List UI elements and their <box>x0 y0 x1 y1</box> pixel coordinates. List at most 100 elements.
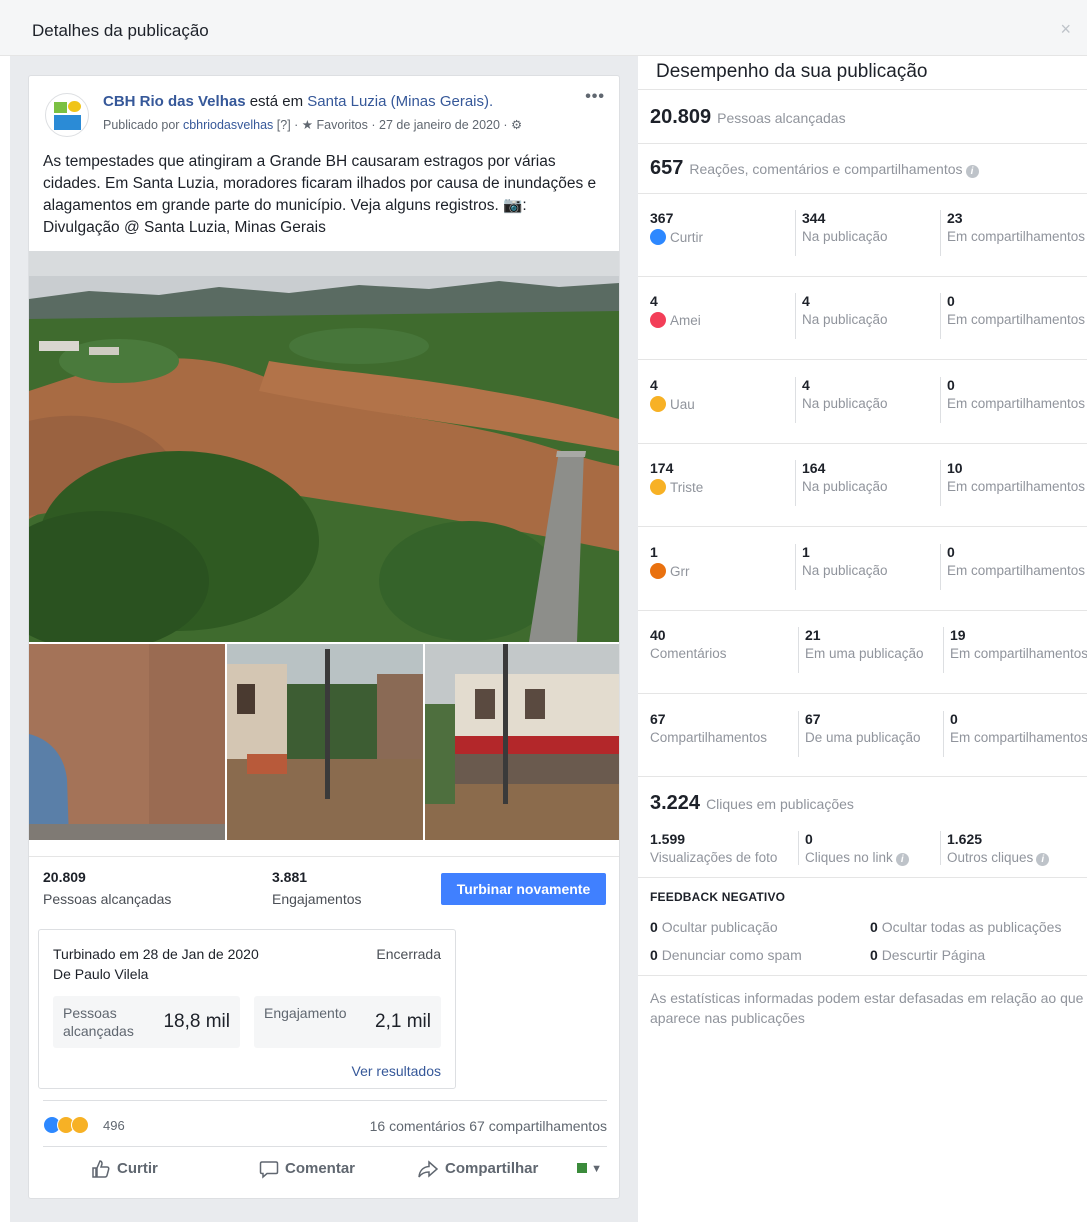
flood-photo-image <box>29 251 619 642</box>
post-text: As tempestades que atingiram a Grande BH… <box>43 153 597 236</box>
page-name-link[interactable]: CBH Rio das Velhas <box>103 93 246 110</box>
location-link[interactable]: Santa Luzia (Minas Gerais). <box>307 93 493 110</box>
page-selector-dropdown[interactable]: ▼ <box>577 1159 602 1176</box>
comment-label: Comentar <box>285 1159 356 1177</box>
stats-footnote: As estatísticas informadas podem estar d… <box>650 990 1084 1026</box>
engagement-stat: 3.881 Engajamentos <box>272 869 362 907</box>
on-post-label: Na publicação <box>802 312 888 327</box>
reaction-count[interactable]: 496 <box>103 1118 125 1133</box>
on-shares-label: Em compartilhamentos <box>950 646 1087 661</box>
meta-prefix: Publicado por <box>103 118 180 132</box>
unlike-page-value: 0 <box>870 947 878 963</box>
star-icon: ★ <box>301 118 313 132</box>
on-post-label: De uma publicação <box>805 730 921 745</box>
comment-icon <box>259 1161 279 1179</box>
boost-reach-label: Pessoas alcançadas <box>63 1005 134 1039</box>
comments-on-post: 21 <box>805 627 821 643</box>
view-results-link[interactable]: Ver resultados <box>352 1063 442 1079</box>
sad-icon <box>650 479 666 495</box>
close-icon[interactable]: × <box>1060 20 1071 38</box>
page-avatar[interactable] <box>45 93 89 137</box>
on-shares-label: Em compartilhamentos <box>947 479 1086 494</box>
clicks-total: 3.224 <box>650 792 701 814</box>
boost-title: Turbinado em 28 de Jan de 2020 <box>53 946 259 962</box>
reach-total: 20.809 <box>650 106 712 128</box>
love-on-shares: 0 <box>947 293 955 309</box>
hide-post-value: 0 <box>650 919 658 935</box>
gear-icon[interactable]: ⚙ <box>511 118 522 132</box>
post-card: CBH Rio das Velhas está em Santa Luzia (… <box>28 75 620 1199</box>
sad-on-post: 164 <box>802 460 826 476</box>
photo-thumbnail[interactable] <box>425 644 619 840</box>
boost-by: De Paulo Vilela <box>53 966 149 982</box>
share-button[interactable]: Compartilhar <box>417 1159 538 1179</box>
help-mark[interactable]: [?] <box>277 118 291 132</box>
link-clicks-value: 0 <box>805 831 813 847</box>
comment-button[interactable]: Comentar <box>259 1159 355 1179</box>
wall-photo-image <box>29 644 225 840</box>
love-icon <box>650 312 666 328</box>
info-icon[interactable]: i <box>965 165 979 178</box>
engagement-label: Engajamentos <box>272 891 362 907</box>
angry-on-shares: 0 <box>947 544 955 560</box>
shares-on-shares: 0 <box>950 711 958 727</box>
boost-reach-metric: Pessoas alcançadas 18,8 mil <box>53 996 240 1048</box>
photo-views-label: Visualizações de foto <box>650 850 778 865</box>
boost-summary-card: Turbinado em 28 de Jan de 2020 De Paulo … <box>38 929 456 1089</box>
shares-total: 67 <box>650 711 666 727</box>
wow-on-post: 4 <box>802 377 810 393</box>
boost-engagement-label: Engajamento com a... <box>264 1005 346 1021</box>
boost-status: Encerrada <box>376 946 441 962</box>
performance-title: Desempenho da sua publicação <box>656 61 928 82</box>
on-post-label: Na publicação <box>802 396 888 411</box>
on-post-label: Na publicação <box>802 479 888 494</box>
reactions-summary: 657 Reações, comentários e compartilhamen… <box>650 157 979 180</box>
clicks-total-label: Cliques em publicações <box>706 796 854 812</box>
info-icon[interactable]: i <box>1036 853 1050 866</box>
love-on-post: 4 <box>802 293 810 309</box>
other-clicks-label: Outros cliques <box>947 850 1034 865</box>
favorites-label: Favoritos <box>316 118 368 132</box>
reach-value: 20.809 <box>43 869 86 885</box>
modal-header: Detalhes da publicação × <box>0 0 1087 56</box>
reactions-total: 657 <box>650 157 684 179</box>
wow-total: 4 <box>650 377 658 393</box>
hide-all-value: 0 <box>870 919 878 935</box>
love-total: 4 <box>650 293 658 309</box>
report-spam-label: Denunciar como spam <box>661 947 802 963</box>
like-button[interactable]: Curtir <box>91 1159 158 1179</box>
on-shares-label: Em compartilhamentos <box>947 312 1086 327</box>
post-preview-pane: CBH Rio das Velhas está em Santa Luzia (… <box>10 56 638 1222</box>
on-post-label: Na publicação <box>802 229 888 244</box>
on-shares-label: Em compartilhamentos <box>947 563 1086 578</box>
page-flag-icon <box>577 1163 587 1174</box>
angry-label: Grr <box>670 564 690 579</box>
more-options-icon[interactable]: ••• <box>585 88 605 106</box>
like-label: Curtir <box>670 230 703 245</box>
post-photo-main[interactable] <box>29 251 619 642</box>
modal-title: Detalhes da publicação <box>32 21 209 40</box>
photo-thumbnail[interactable] <box>227 644 423 840</box>
sad-on-shares: 10 <box>947 460 963 476</box>
post-date[interactable]: 27 de janeiro de 2020 <box>379 118 500 132</box>
like-label: Curtir <box>117 1159 158 1177</box>
boost-engagement-metric: Engajamento com a... 2,1 mil <box>254 996 441 1048</box>
wow-label: Uau <box>670 397 695 412</box>
boost-again-button[interactable]: Turbinar novamente <box>441 873 606 905</box>
photo-thumbnail[interactable] <box>29 644 225 840</box>
post-stats-row: 20.809 Pessoas alcançadas 3.881 Engajame… <box>29 856 619 920</box>
love-label: Amei <box>670 313 701 328</box>
boost-reach-value: 18,8 mil <box>163 1011 230 1032</box>
clicks-summary: 3.224 Cliques em publicações <box>650 792 854 815</box>
angry-icon <box>650 563 666 579</box>
photo-views-value: 1.599 <box>650 831 686 847</box>
publisher-link[interactable]: cbhriodasvelhas <box>183 118 273 132</box>
shares-count-link[interactable]: 67 compartilhamentos <box>469 1118 607 1134</box>
wow-icon <box>71 1116 89 1134</box>
comments-count-link[interactable]: 16 comentários <box>370 1118 466 1134</box>
reach-summary: 20.809 Pessoas alcançadas <box>650 106 846 129</box>
angry-total: 1 <box>650 544 658 560</box>
comments-on-shares: 19 <box>950 627 966 643</box>
reach-label: Pessoas alcançadas <box>43 891 172 907</box>
info-icon[interactable]: i <box>895 853 909 866</box>
